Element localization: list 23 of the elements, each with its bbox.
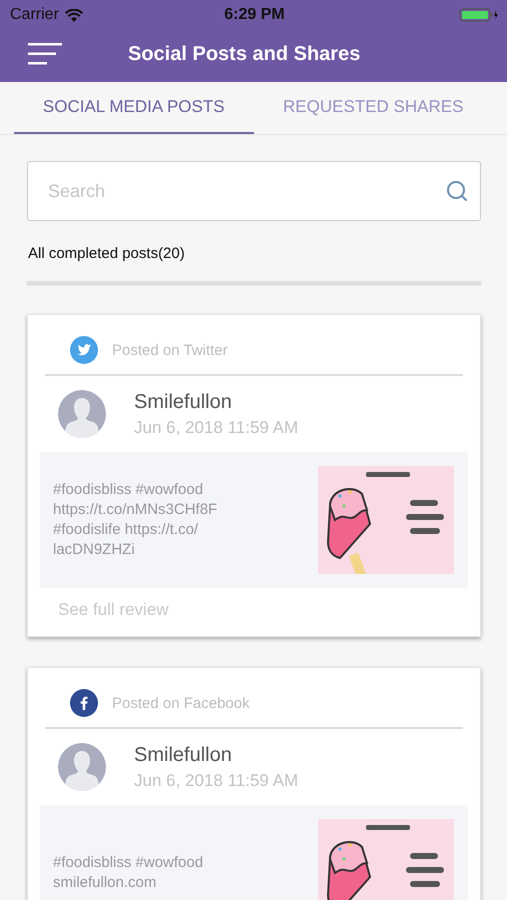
wifi-icon [64,8,83,22]
bird-icon [70,336,98,364]
post-text: #foodisbliss #wowfood smilefullon.com [53,853,204,893]
avatar-icon [58,390,106,438]
avatar-icon [58,743,106,791]
facebook-icon [70,689,98,717]
carrier-name: Carrier [10,6,59,24]
author-name: Smilefullon [134,390,233,414]
post-date: Jun 6, 2018 11:59 AM [134,770,298,790]
battery-icon [459,8,499,22]
post-count: All completed posts(20) [28,245,186,262]
clock-time: 6:29 PM [224,6,285,24]
author-name: Smilefullon [134,744,233,766]
menu-icon[interactable] [28,42,62,66]
tab[interactable]: REQUESTED SHARES [254,82,493,134]
platform-label: Posted on Twitter [112,342,228,358]
tab[interactable]: SOCIAL MEDIA POSTS [14,82,254,134]
search-field[interactable]: Search [27,161,481,221]
post-date: Jun 6, 2018 11:59 AM [134,418,298,438]
platform-label: Posted on Facebook [112,694,250,712]
screen-title: Social Posts and Shares [128,42,360,66]
search-icon[interactable] [445,179,469,203]
post-text: #foodisbliss #wowfood https://t.co/nMNs3CHf8F #foodislife https://t.co/ lacDN9ZHZi [53,480,218,560]
